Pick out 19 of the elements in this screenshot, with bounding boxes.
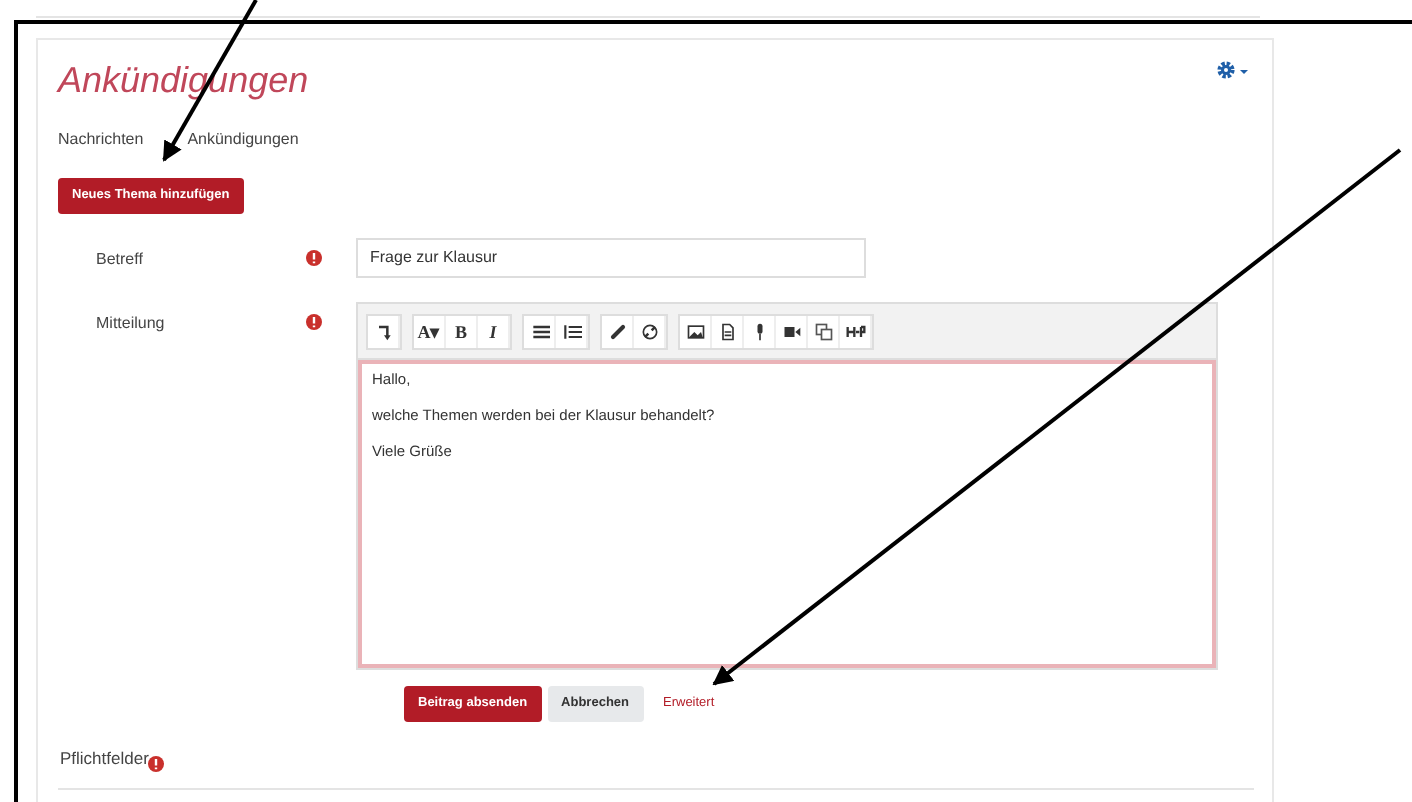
toolbar-button[interactable] [840, 315, 872, 347]
link-icon [607, 321, 627, 341]
toolbar-button[interactable]: A▾ [414, 315, 446, 347]
subject-input[interactable]: Frage zur Klausur [356, 237, 866, 277]
field-label: Mitteilung [94, 311, 167, 336]
field-label: Betreff [94, 247, 145, 271]
forum-description: Ankündigungen [187, 130, 299, 148]
h5p-icon [845, 321, 865, 341]
copy-icon [813, 321, 833, 341]
forum-description: Nachrichten [58, 130, 144, 148]
required-icon [148, 755, 165, 771]
arrow-icon [373, 321, 393, 341]
file-icon [717, 321, 737, 341]
list-icon [529, 321, 549, 341]
required-note: Pflichtfelder [60, 747, 149, 767]
unlink-icon [639, 321, 659, 341]
numbered-list-icon [561, 321, 581, 341]
image-icon [685, 321, 705, 341]
video-camera-icon [781, 321, 801, 341]
